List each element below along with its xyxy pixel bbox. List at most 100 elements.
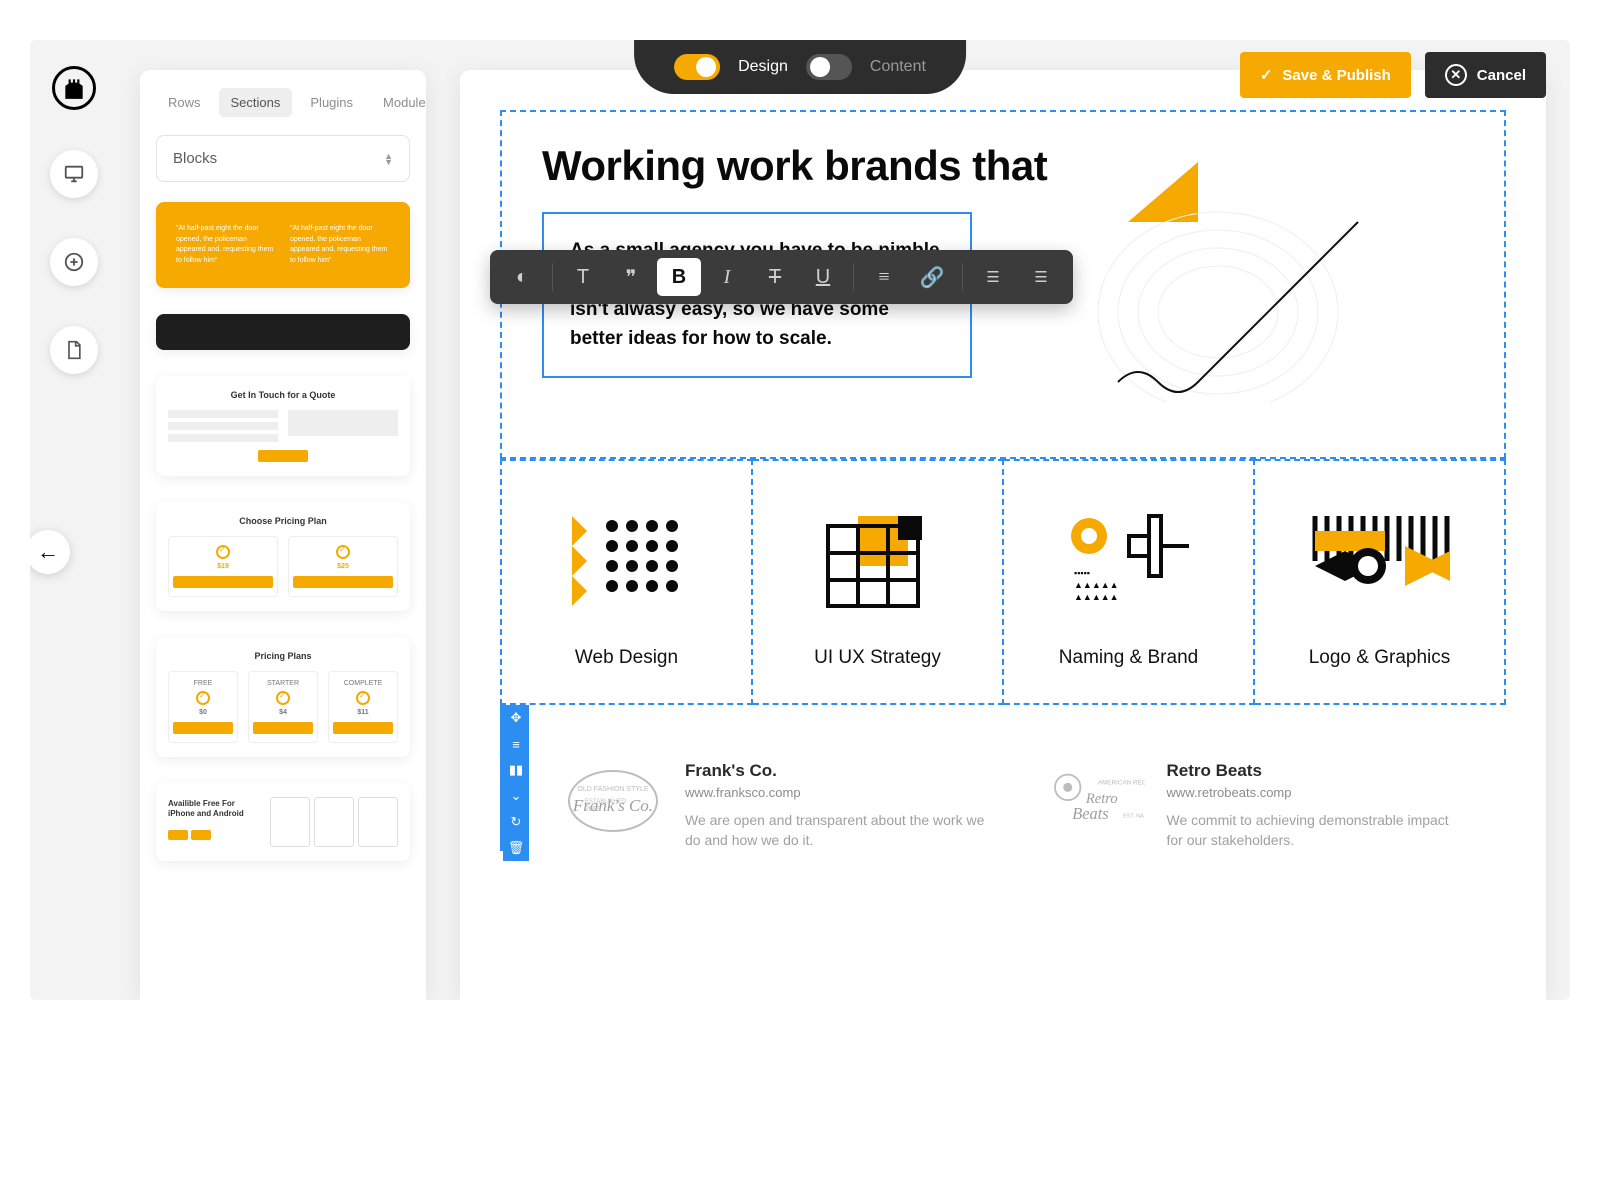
monitor-icon [63, 163, 85, 185]
move-section-button[interactable]: ✥ [503, 705, 529, 731]
arrow-left-icon: ← [37, 539, 59, 565]
strike-icon: T [769, 266, 781, 289]
thumb-title: Get In Touch for a Quote [168, 390, 398, 400]
tab-sections[interactable]: Sections [219, 88, 293, 117]
service-naming[interactable]: ▪▪▪▪▪▲▲▲▲▲▲▲▲▲▲ Naming & Brand [1004, 459, 1255, 705]
svg-text:EST. NA: EST. NA [1123, 813, 1144, 819]
service-art-icon: ▪▪▪▪▪ ▲▲▲▲▲ ▲▲▲▲▲ [1024, 501, 1233, 621]
blocks-dropdown[interactable]: Blocks ▲▼ [156, 135, 410, 182]
tab-modules[interactable]: Modules [371, 88, 426, 117]
align-icon: ≡ [878, 266, 889, 289]
contrast-icon: ◐ [516, 266, 528, 289]
check-icon: ✓ [1260, 66, 1273, 84]
text-format-toolbar: ◐ T ❞ B I T U ≡ 🔗 ☰ ☰ [490, 250, 1073, 304]
svg-text:2009: 2009 [585, 806, 601, 813]
columns-section-button[interactable]: ▮▮ [503, 757, 529, 783]
italic-icon: I [724, 266, 731, 289]
align-button[interactable]: ≡ [862, 258, 906, 296]
svg-text:▲▲▲▲▲: ▲▲▲▲▲ [1074, 592, 1119, 602]
underline-button[interactable]: U [801, 258, 845, 296]
refresh-section-button[interactable]: ↻ [503, 809, 529, 835]
italic-button[interactable]: I [705, 258, 749, 296]
section-thumb-app[interactable]: Availible Free For iPhone and Android [156, 783, 410, 861]
svg-text:AMERICAN RECORDS: AMERICAN RECORDS [1097, 780, 1144, 787]
services-row[interactable]: Web Design UI UX Strategy ▪▪▪▪▪ ▲▲▲▲▲ ▲▲▲▲… [500, 459, 1506, 705]
svg-text:▪▪▪▪▪: ▪▪▪▪▪ [1074, 568, 1090, 578]
client-card: OLD FASHION STYLEFrank's Co.ESTABLISHED2… [563, 761, 985, 851]
bold-button[interactable]: B [657, 258, 701, 296]
service-art-icon [1275, 501, 1484, 621]
service-title: Web Design [522, 647, 731, 669]
unordered-list-button[interactable]: ☰ [1019, 258, 1063, 296]
hero-illustration-icon [1058, 142, 1398, 402]
thumb-quote-b: "At half-past eight the door opened, the… [290, 224, 390, 266]
tab-plugins[interactable]: Plugins [298, 88, 365, 117]
bold-icon: B [672, 266, 686, 289]
client-logo-icon: OLD FASHION STYLEFrank's Co.ESTABLISHED2… [563, 761, 663, 841]
service-web-design[interactable]: Web Design [500, 459, 753, 705]
clients-section[interactable]: ✥ ≡ ▮▮ ⌄ ↻ 🗑 OLD FASHION STYLEFrank's Co… [500, 705, 1506, 851]
collapse-sidebar-button[interactable]: ← [30, 530, 70, 574]
trash-icon: 🗑 [508, 840, 525, 856]
service-logo[interactable]: Logo & Graphics [1255, 459, 1506, 705]
app-logo[interactable] [52, 66, 96, 110]
refresh-icon: ↻ [511, 814, 522, 830]
service-uiux[interactable]: UI UX Strategy [753, 459, 1004, 705]
section-thumb-logos[interactable] [156, 314, 410, 350]
design-mode-label: Design [738, 58, 788, 76]
page-icon [64, 340, 84, 360]
section-thumb-pricing-b[interactable]: Pricing Plans FREE$0 STARTER$4 COMPLETE$… [156, 637, 410, 757]
pages-button[interactable] [50, 326, 98, 374]
hero-graphic [1058, 142, 1464, 407]
service-art-icon [773, 501, 982, 621]
contrast-button[interactable]: ◐ [500, 258, 544, 296]
section-thumb-pricing-a[interactable]: Choose Pricing Plan $19 $25 [156, 502, 410, 611]
client-card: AMERICAN RECORDSRetroBeatsEST. NA Retro … [1045, 761, 1467, 851]
client-name: Retro Beats [1167, 761, 1467, 781]
app-frame: Design Content ✓ Save & Publish ✕ Cancel… [30, 40, 1570, 1000]
design-canvas[interactable]: ◐ T ❞ B I T U ≡ 🔗 ☰ ☰ Working work brand… [460, 70, 1546, 1000]
client-url: www.retrobeats.comp [1167, 785, 1467, 800]
link-icon: 🔗 [920, 265, 945, 290]
underline-icon: U [816, 266, 830, 289]
delete-section-button[interactable]: 🗑 [503, 835, 529, 861]
text-icon: T [577, 266, 589, 289]
rows-section-button[interactable]: ≡ [503, 731, 529, 757]
strikethrough-button[interactable]: T [753, 258, 797, 296]
ul-icon: ☰ [1034, 268, 1047, 287]
client-name: Frank's Co. [685, 761, 985, 781]
service-title: Logo & Graphics [1275, 647, 1484, 669]
cancel-button[interactable]: ✕ Cancel [1425, 52, 1546, 98]
tab-rows[interactable]: Rows [156, 88, 213, 117]
ordered-list-button[interactable]: ☰ [971, 258, 1015, 296]
hero-heading[interactable]: Working work brands that [542, 142, 1058, 190]
thumb-quote-a: "At half-past eight the door opened, the… [176, 224, 276, 266]
thumb-title: Choose Pricing Plan [168, 516, 398, 526]
section-thumb-contact[interactable]: Get In Touch for a Quote [156, 376, 410, 476]
svg-text:OLD FASHION STYLE: OLD FASHION STYLE [577, 786, 649, 793]
link-button[interactable]: 🔗 [910, 258, 954, 296]
cancel-label: Cancel [1477, 67, 1526, 84]
thumb-title: Pricing Plans [168, 651, 398, 661]
text-style-button[interactable]: T [561, 258, 605, 296]
sidebar-panel: Rows Sections Plugins Modules Blocks ▲▼ … [140, 70, 426, 1000]
add-element-button[interactable] [50, 238, 98, 286]
design-toggle[interactable] [674, 54, 720, 80]
save-publish-button[interactable]: ✓ Save & Publish [1240, 52, 1411, 98]
svg-text:▲▲▲▲▲: ▲▲▲▲▲ [1074, 580, 1119, 590]
client-desc: We commit to achieving demonstrable impa… [1167, 810, 1467, 851]
left-icon-rail [50, 66, 98, 374]
expand-section-button[interactable]: ⌄ [503, 783, 529, 809]
sidebar-tabs: Rows Sections Plugins Modules [156, 88, 410, 117]
close-icon: ✕ [1445, 64, 1467, 86]
client-url: www.franksco.comp [685, 785, 985, 800]
desktop-view-button[interactable] [50, 150, 98, 198]
save-publish-label: Save & Publish [1282, 67, 1390, 84]
move-icon: ✥ [511, 710, 522, 726]
client-desc: We are open and transparent about the wo… [685, 810, 985, 851]
blockquote-button[interactable]: ❞ [609, 258, 653, 296]
service-art-icon [522, 501, 731, 621]
section-thumb-quotes[interactable]: "At half-past eight the door opened, the… [156, 202, 410, 288]
content-toggle[interactable] [806, 54, 852, 80]
columns-icon: ▮▮ [509, 762, 523, 778]
